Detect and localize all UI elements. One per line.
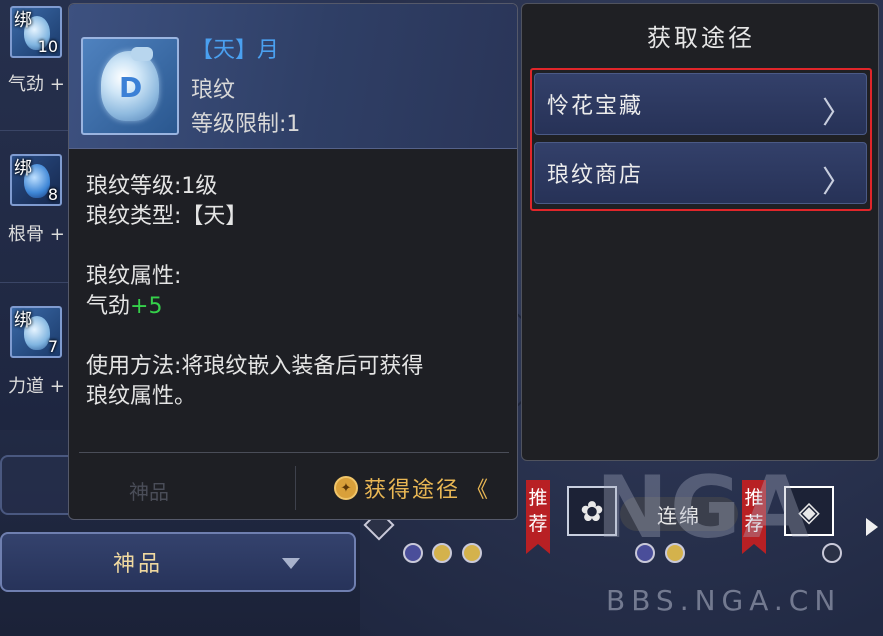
chevron-down-icon: [282, 558, 300, 569]
panel-title: 获取途径: [647, 24, 755, 52]
divider: [0, 130, 70, 131]
bound-label: 绑: [14, 310, 32, 331]
item-attribute: 根骨 +: [8, 224, 65, 245]
source-option-label: 怜花宝藏: [547, 94, 644, 119]
obtain-source-panel: 获取途径 怜花宝藏 〉 琅纹商店 〉: [521, 3, 879, 461]
double-chevron-left-icon: 《: [466, 478, 489, 503]
background-grade-label: 神品: [129, 480, 169, 504]
level-requirement: 等级限制:1: [191, 112, 301, 137]
coin-icon: ✦: [334, 476, 358, 500]
gem-item-icon[interactable]: 绑 10: [10, 6, 62, 58]
attribute-name: 气劲: [86, 294, 131, 319]
item-list: 绑 10 气劲 + 绑 8 根骨 + 绑 7 力道 +: [0, 0, 70, 430]
usage-text: 使用方法:将琅纹嵌入装备后可获得: [86, 354, 424, 379]
attribute-value: +5: [130, 294, 163, 319]
recommend-tag: 推荐: [526, 480, 550, 554]
attribute-line: 气劲+5: [86, 292, 506, 322]
obtain-source-label: 获得途径: [364, 478, 461, 503]
item-type: 琅纹: [191, 78, 236, 103]
item-attribute: 力道 +: [8, 376, 65, 397]
slot-dot: [403, 543, 423, 563]
item-count: 10: [37, 37, 58, 56]
grade-dropdown[interactable]: 神品: [0, 532, 356, 592]
slot-dot: [462, 543, 482, 563]
usage-text: 琅纹属性。: [86, 384, 197, 409]
list-item[interactable]: 绑 10 气劲 +: [0, 0, 70, 140]
source-option-langwen-shop[interactable]: 琅纹商店 〉: [534, 142, 867, 204]
next-page-arrow-icon[interactable]: [866, 518, 878, 536]
tooltip-header: D 【天】月 琅纹 等级限制:1: [69, 4, 517, 149]
gem-icon: D: [101, 47, 159, 121]
divider: [295, 466, 296, 510]
attribute-title: 琅纹属性:: [86, 264, 182, 289]
item-count: 7: [47, 337, 58, 356]
chevron-right-icon: 〉: [822, 96, 852, 131]
watermark-logo: NGA: [596, 458, 812, 558]
bound-label: 绑: [14, 10, 32, 31]
list-item[interactable]: 绑 8 根骨 +: [0, 148, 70, 288]
bound-label: 绑: [14, 158, 32, 179]
item-icon-frame: D: [81, 37, 179, 135]
divider: [0, 282, 70, 283]
item-tooltip: D 【天】月 琅纹 等级限制:1 琅纹等级:1级 琅纹类型:【天】 琅纹属性: …: [68, 3, 518, 520]
obtain-source-button[interactable]: ✦ 获得途径 《: [334, 470, 488, 506]
item-attribute: 气劲 +: [8, 74, 65, 95]
tooltip-body: 琅纹等级:1级 琅纹类型:【天】 琅纹属性: 气劲+5 使用方法:将琅纹嵌入装备…: [86, 172, 506, 412]
gem-knot: [131, 47, 153, 61]
grade-dropdown-label: 神品: [112, 552, 163, 577]
gem-item-icon[interactable]: 绑 7: [10, 306, 62, 358]
watermark-url: BBS.NGA.CN: [606, 584, 842, 617]
chevron-right-icon: 〉: [822, 165, 852, 200]
source-option-label: 琅纹商店: [547, 163, 644, 188]
source-option-lianhua-treasure[interactable]: 怜花宝藏 〉: [534, 73, 867, 135]
item-name: 【天】月: [191, 38, 280, 63]
moon-mark-icon: D: [119, 71, 143, 104]
list-item[interactable]: 绑 7 力道 +: [0, 300, 70, 440]
gem-item-icon[interactable]: 绑 8: [10, 154, 62, 206]
stat-level: 琅纹等级:1级: [86, 174, 218, 199]
stat-type: 琅纹类型:【天】: [86, 204, 248, 229]
slot-dot: [432, 543, 452, 563]
divider: [79, 452, 509, 453]
item-count: 8: [47, 185, 58, 204]
slot-dot: [822, 543, 842, 563]
